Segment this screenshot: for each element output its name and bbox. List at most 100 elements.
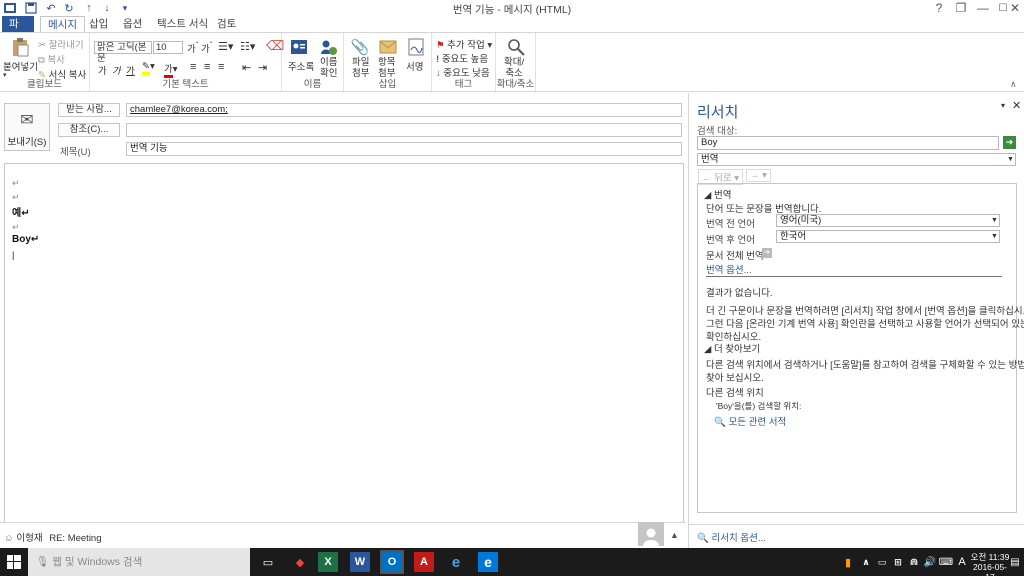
subject-field[interactable]: 번역 기능 bbox=[126, 142, 682, 156]
tab-file[interactable]: 파일 bbox=[2, 16, 34, 46]
windows-start-icon[interactable] bbox=[4, 552, 24, 572]
to-field[interactable]: chamlee7@korea.com; bbox=[126, 103, 682, 117]
address-book-icon[interactable] bbox=[289, 37, 309, 57]
chevron-down-icon: ▼ bbox=[991, 233, 998, 240]
reference-service-select[interactable]: 번역 ▼ bbox=[697, 153, 1016, 166]
signature-button[interactable]: 서명 bbox=[406, 59, 423, 73]
tab-insert[interactable]: 삽입 bbox=[82, 16, 115, 32]
clipboard-group-label: 클립보드 bbox=[27, 79, 62, 90]
cc-button[interactable]: 참조(C)... bbox=[58, 123, 120, 137]
collapse-ribbon-icon[interactable]: ∧ bbox=[1010, 79, 1017, 90]
close-pane-icon[interactable]: ✕ bbox=[1012, 99, 1021, 112]
cut-button[interactable]: ✂ 잘라내기 bbox=[38, 37, 84, 51]
font-color-icon[interactable]: 가▾ bbox=[164, 61, 178, 78]
translate-document-icon[interactable]: ➔ bbox=[762, 248, 772, 258]
underline-button[interactable]: 가 bbox=[126, 63, 135, 77]
align-right-icon[interactable]: ≡ bbox=[218, 61, 224, 73]
from-language-value: 영어(미국) bbox=[780, 215, 822, 226]
align-center-icon[interactable]: ≡ bbox=[204, 61, 210, 73]
basic-text-group: 맑은 고딕(본문 10 가ˆ 가ˇ ☰▾ ☷▾ ⌫ 가 가 가 ✎▾ 가▾ ≡ … bbox=[90, 33, 284, 91]
tab-format-text[interactable]: 텍스트 서식 bbox=[150, 16, 215, 32]
ribbon-display-options-button[interactable]: ❐ bbox=[950, 0, 972, 16]
search-input[interactable]: Boy bbox=[697, 136, 999, 150]
more-section-title: 더 찾아보기 bbox=[713, 344, 761, 355]
bold-button[interactable]: 가 bbox=[98, 63, 107, 77]
paste-icon[interactable] bbox=[10, 37, 30, 57]
taskbar-search-placeholder: 웹 및 Windows 검색 bbox=[52, 556, 143, 568]
tab-review[interactable]: 검토 bbox=[210, 16, 243, 32]
copy-button[interactable]: ⧉ 복사 bbox=[38, 52, 65, 66]
notification-app-icon[interactable]: ▮ bbox=[838, 552, 858, 572]
acrobat-icon[interactable]: A bbox=[414, 552, 434, 572]
to-language-select[interactable]: 한국어 ▼ bbox=[776, 230, 1000, 243]
expand-people-pane-icon[interactable]: ▲ bbox=[670, 530, 679, 540]
decrease-indent-icon[interactable]: ⇤ bbox=[242, 61, 251, 74]
minimize-button[interactable]: — bbox=[972, 0, 994, 16]
more-desc-line-1: 다른 검색 위치에서 검색하거나 [도움말]를 참고하여 검색을 구체화할 수 … bbox=[706, 360, 1024, 371]
paste-button[interactable]: 붙여넣기 bbox=[3, 59, 38, 73]
tab-options[interactable]: 옵션 bbox=[116, 16, 149, 32]
pane-options-icon[interactable]: ▾ bbox=[1001, 101, 1005, 110]
bullets-icon[interactable]: ☰▾ bbox=[218, 40, 233, 53]
avatar[interactable] bbox=[638, 522, 664, 546]
excel-icon[interactable]: X bbox=[318, 552, 338, 572]
translate-section-header[interactable]: ◢ 번역 bbox=[704, 187, 731, 201]
magnifier-icon[interactable] bbox=[506, 37, 526, 57]
more-section-header[interactable]: ◢ 더 찾아보기 bbox=[704, 341, 760, 355]
body-line-5: Boy↵ bbox=[12, 234, 40, 245]
paperclip-icon[interactable]: 📎 bbox=[350, 37, 370, 57]
edge-icon[interactable]: e bbox=[478, 552, 498, 572]
translation-options-link[interactable]: 번역 옵션... bbox=[706, 262, 752, 276]
outlook-taskbar-icon[interactable]: O bbox=[380, 550, 404, 574]
person-icon: ☺ bbox=[4, 533, 14, 544]
no-results-text: 결과가 없습니다. bbox=[706, 288, 773, 299]
body-line-1: ↵ bbox=[12, 178, 20, 188]
align-left-icon[interactable]: ≡ bbox=[190, 61, 196, 73]
reference-service-value: 번역 bbox=[701, 154, 719, 165]
font-name-combo[interactable]: 맑은 고딕(본문 bbox=[94, 41, 152, 64]
tags-group: ⚑ 추가 작업 ▾ ! 중요도 높음 ↓ 중요도 낮음 태그 bbox=[432, 33, 496, 91]
action-center-icon[interactable]: ▤ bbox=[1008, 552, 1022, 572]
check-names-icon[interactable] bbox=[318, 37, 338, 57]
task-view-icon[interactable]: ▭ bbox=[258, 552, 278, 572]
clipboard-group: 붙여넣기 ▾ ✂ 잘라내기 ⧉ 복사 ✎ 서식 복사 클립보드 bbox=[0, 33, 90, 91]
italic-button[interactable]: 가 bbox=[112, 63, 121, 77]
tab-message[interactable]: 메시지 bbox=[40, 16, 85, 32]
from-language-label: 번역 전 언어 bbox=[706, 219, 755, 230]
research-options-icon: 🔍 bbox=[697, 533, 709, 544]
word-icon[interactable]: W bbox=[350, 552, 370, 572]
send-button[interactable]: ✉ 보내기(S) bbox=[4, 103, 50, 151]
people-pane-entry[interactable]: ☺ 이형재 RE: Meeting bbox=[4, 530, 102, 544]
forward-button[interactable]: → ▾ bbox=[746, 169, 771, 182]
to-recipient[interactable]: chamlee7@korea.com; bbox=[130, 104, 228, 115]
follow-up-button[interactable]: ⚑ 추가 작업 ▾ bbox=[436, 37, 492, 51]
message-body[interactable]: ↵ ↵ 예↵ ↵ Boy↵ | bbox=[4, 163, 684, 523]
font-size-combo[interactable]: 10 bbox=[153, 41, 183, 54]
from-language-select[interactable]: 영어(미국) ▼ bbox=[776, 214, 1000, 227]
help-button[interactable]: ? bbox=[928, 0, 950, 16]
internet-explorer-icon[interactable]: e bbox=[446, 552, 466, 572]
start-search-icon[interactable]: ➔ bbox=[1003, 136, 1016, 149]
shrink-font-icon[interactable]: 가ˇ bbox=[201, 41, 212, 55]
grow-font-icon[interactable]: 가ˆ bbox=[187, 41, 198, 55]
high-importance-button[interactable]: ! 중요도 높음 bbox=[436, 51, 488, 65]
signature-icon[interactable] bbox=[406, 37, 426, 57]
subject-label: 제목(U) bbox=[60, 147, 91, 158]
input-language-indicator[interactable]: A bbox=[952, 552, 972, 572]
close-button[interactable]: ✕ bbox=[1004, 0, 1024, 16]
research-options-link[interactable]: 🔍 리서치 옵션... bbox=[697, 530, 766, 544]
taskbar-search-box[interactable]: 🎙 웹 및 Windows 검색 bbox=[28, 548, 250, 576]
increase-indent-icon[interactable]: ⇥ bbox=[258, 61, 267, 74]
numbering-icon[interactable]: ☷▾ bbox=[240, 40, 255, 53]
clock[interactable]: 오전 11:39 2016-05-17 bbox=[970, 552, 1010, 576]
all-reference-books-link[interactable]: 🔍 모든 관련 서적 bbox=[714, 414, 786, 428]
address-book-button[interactable]: 주소록 bbox=[288, 59, 314, 73]
tags-group-label: 태그 bbox=[454, 79, 473, 90]
highlight-icon[interactable]: ✎▾ bbox=[142, 61, 155, 75]
attach-item-icon[interactable] bbox=[378, 37, 398, 57]
divider bbox=[706, 276, 1002, 277]
cc-field[interactable] bbox=[126, 123, 682, 137]
research-pane: 리서치 ▾ ✕ 검색 대상: Boy ➔ 번역 ▼ ← 뒤로 ▾ → ▾ ◢ 번… bbox=[688, 93, 1024, 548]
to-button[interactable]: 받는 사람... bbox=[58, 103, 120, 117]
app-icon[interactable]: ◆ bbox=[290, 552, 310, 572]
